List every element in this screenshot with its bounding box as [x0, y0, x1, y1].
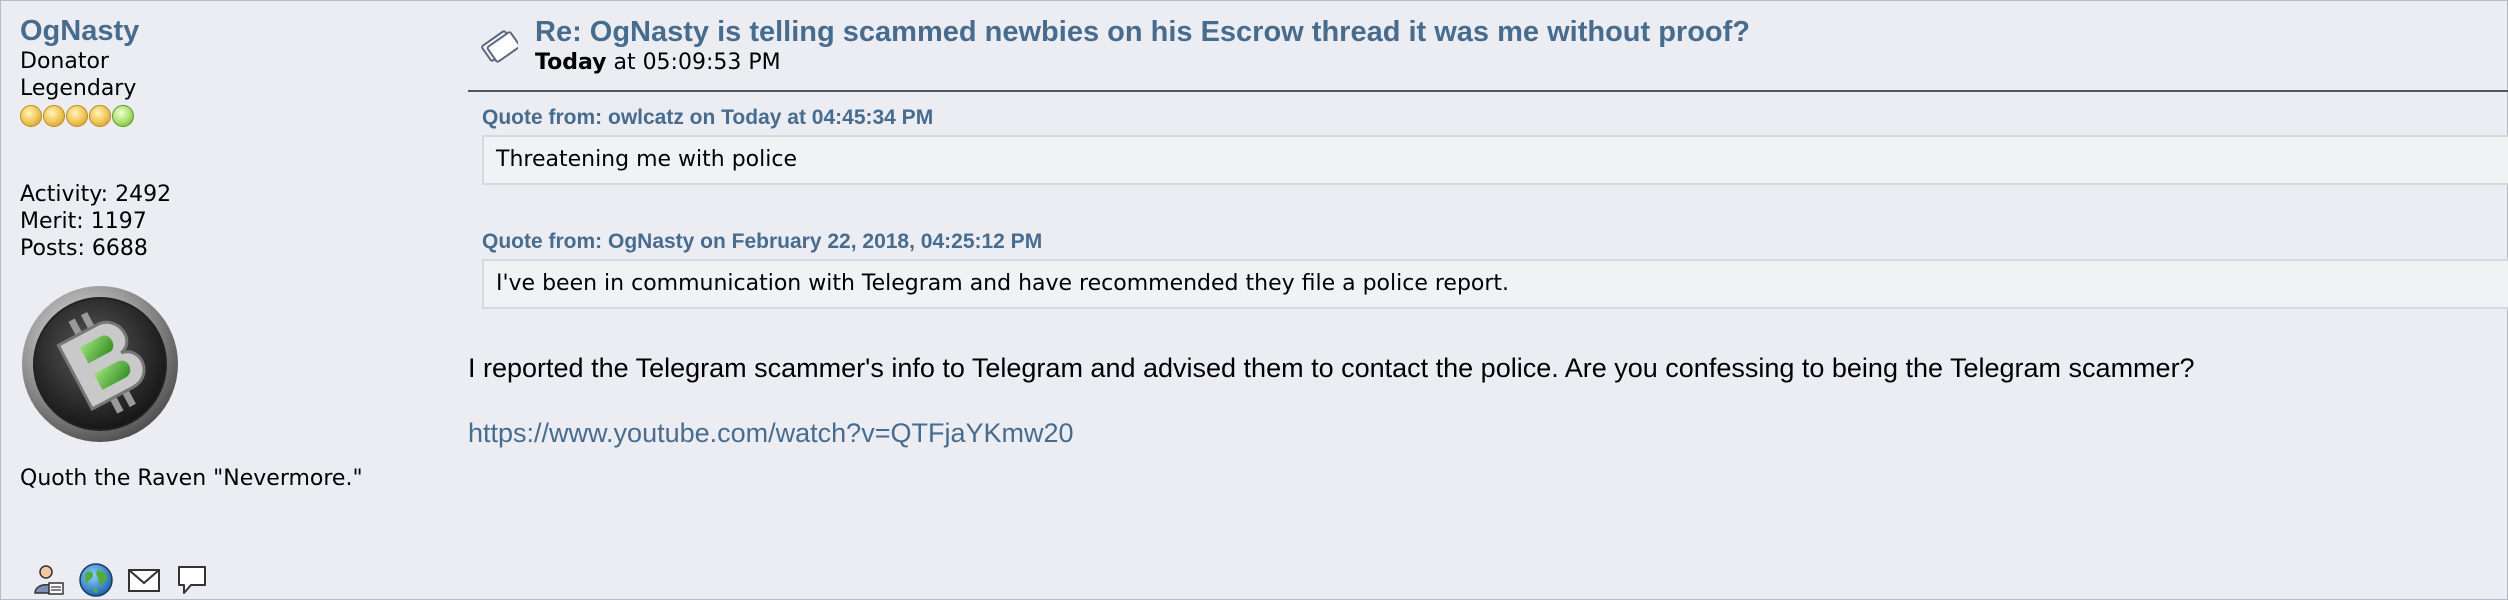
poster-rank: Legendary: [20, 76, 137, 101]
post-body-text: I reported the Telegram scammer's info t…: [468, 353, 2195, 383]
poster-merit: Merit: 1197: [20, 209, 147, 234]
poster-posts: Posts: 6688: [20, 236, 148, 261]
poster-group: Donator: [20, 49, 109, 74]
email-envelope-icon[interactable]: [126, 562, 162, 598]
profile-icon[interactable]: [30, 562, 66, 598]
post-subject-link[interactable]: Re: OgNasty is telling scammed newbies o…: [535, 16, 1750, 49]
gold-star-icon: [66, 105, 88, 127]
poster-personal-text: Quoth the Raven "Nevermore.": [20, 466, 363, 491]
poster-activity: Activity: 2492: [20, 182, 172, 207]
rank-stars: [20, 105, 440, 129]
quote-box: I've been in communication with Telegram…: [482, 259, 2508, 309]
website-globe-icon[interactable]: [78, 562, 114, 598]
message-bubble-icon[interactable]: [174, 562, 210, 598]
quote-header-link[interactable]: Quote from: OgNasty on February 22, 2018…: [482, 230, 1042, 254]
post-time-clock: at 05:09:53 PM: [606, 50, 781, 75]
quote-header-link[interactable]: Quote from: owlcatz on Today at 04:45:34…: [482, 106, 933, 130]
poster-name-link[interactable]: OgNasty: [20, 14, 440, 48]
post-xx-icon: [481, 30, 518, 63]
poster-action-icons: [30, 562, 210, 598]
gold-star-icon: [20, 105, 42, 127]
green-star-icon: [112, 105, 134, 127]
post-header-divider: [468, 90, 2508, 92]
quote-box: Threatening me with police: [482, 135, 2508, 185]
gold-star-icon: [43, 105, 65, 127]
bitcoin-avatar: [22, 286, 178, 442]
poster-info: OgNasty Donator Legendary Activity: 2492…: [20, 14, 440, 597]
youtube-link[interactable]: https://www.youtube.com/watch?v=QTFjaYKm…: [468, 418, 1074, 449]
poster-stats: Activity: 2492 Merit: 1197 Posts: 6688: [20, 181, 440, 262]
post-time-day: Today: [535, 50, 607, 75]
gold-star-icon: [89, 105, 111, 127]
post-timestamp: Today at 05:09:53 PM: [535, 50, 781, 75]
